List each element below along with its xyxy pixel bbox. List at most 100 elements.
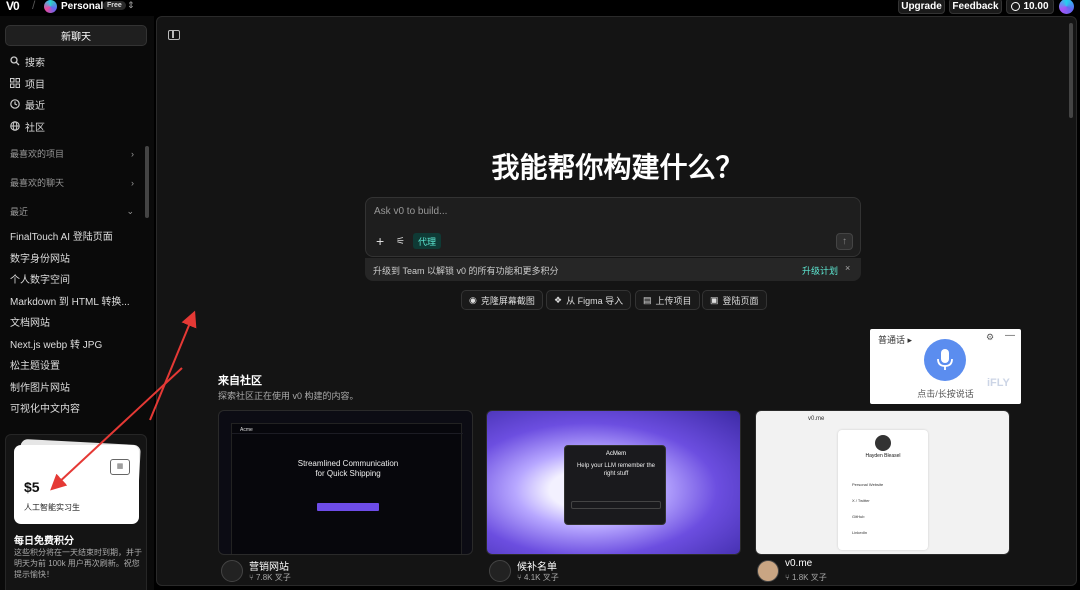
upload-project-button[interactable]: ▤ 上传项目 <box>635 290 700 310</box>
ifly-logo: iFLY <box>987 377 1010 389</box>
page-title: 我能帮你构建什么？ <box>491 152 744 183</box>
credit-card[interactable]: ▦ $5 人工智能实习生 <box>14 445 139 524</box>
daily-credits-panel: ▦ $5 人工智能实习生 每日免费积分 这些积分将在一天结束时到期，并于明天为前… <box>5 434 147 590</box>
chevron-right-icon: › <box>131 148 134 159</box>
upgrade-button[interactable]: Upgrade <box>898 0 945 14</box>
main-scrollbar[interactable] <box>1069 23 1073 118</box>
fork-count-value: 1.8K 叉子 <box>792 573 827 582</box>
sidebar-item-projects[interactable]: 项目 <box>10 75 45 91</box>
thumb-input <box>571 501 661 509</box>
microphone-button[interactable] <box>924 339 966 381</box>
plus-icon[interactable]: + <box>376 234 384 248</box>
prompt-input[interactable] <box>374 206 844 217</box>
sidebar-item-label: 搜索 <box>25 57 45 69</box>
voice-input-widget: 普通话 ▸ ⚙ — 点击/长按说话 iFLY <box>870 329 1021 404</box>
favorite-chats-section[interactable]: 最喜欢的聊天 › <box>10 176 134 189</box>
gear-icon[interactable]: ⚙ <box>986 332 994 343</box>
fork-count-value: 7.8K 叉子 <box>256 573 291 582</box>
upgrade-banner: 升级到 Team 以解锁 v0 的所有功能和更多积分 升级计划 × <box>365 258 861 281</box>
recent-chat-item[interactable]: 数字身份网站 <box>10 250 70 265</box>
thumb-link: X / Twitter <box>852 498 870 503</box>
section-label: 最近 <box>10 207 29 217</box>
credit-amount: $5 <box>24 479 40 495</box>
sidebar: 新聊天 搜索 项目 最近 社区 最喜欢的项目 › 最喜欢的聊天 › 最近 ⌄ F… <box>0 16 154 590</box>
thumbnail-preview: AcMem Help your LLM remember the right s… <box>564 445 666 525</box>
community-card-title[interactable]: v0.me <box>785 558 812 569</box>
recent-section[interactable]: 最近 ⌄ <box>10 205 134 218</box>
recent-chat-item[interactable]: 松主题设置 <box>10 357 60 372</box>
thumb-profile-name: Hayden Bleasel <box>865 453 901 459</box>
community-card-title[interactable]: 营销网站 <box>249 558 289 573</box>
workspace-avatar[interactable] <box>44 0 57 13</box>
chevron-updown-icon[interactable]: ⇕ <box>127 0 135 11</box>
feedback-button[interactable]: Feedback <box>949 0 1002 14</box>
recent-chat-item[interactable]: 文档网站 <box>10 314 50 329</box>
clock-icon <box>10 99 20 109</box>
minimize-icon[interactable]: — <box>1005 330 1015 341</box>
new-chat-button[interactable]: 新聊天 <box>5 25 147 46</box>
upgrade-plan-link[interactable]: 升级计划 <box>802 264 838 277</box>
community-author-avatar <box>221 560 243 582</box>
credit-card-title: 人工智能实习生 <box>24 503 80 512</box>
sidebar-item-label: 项目 <box>25 79 45 91</box>
section-label: 最喜欢的项目 <box>10 149 65 159</box>
camera-icon: ◉ <box>469 294 477 305</box>
plan-badge: Free <box>103 1 126 10</box>
voice-language-label: 普通话 <box>878 335 906 345</box>
sidebar-item-recent[interactable]: 最近 <box>10 96 45 112</box>
workspace-name[interactable]: Personal <box>61 1 103 12</box>
sidebar-scrollbar[interactable] <box>145 146 149 218</box>
close-icon[interactable]: × <box>845 263 850 273</box>
breadcrumb-separator: / <box>32 0 36 12</box>
thumbnail-preview: Hayden Bleasel Personal Website X / Twit… <box>838 430 928 550</box>
sidebar-item-community[interactable]: 社区 <box>10 118 45 134</box>
prompt-box: + ⚟ 代理 ↑ <box>365 197 861 257</box>
figma-import-button[interactable]: ❖ 从 Figma 导入 <box>546 290 632 310</box>
fork-count: ⑂ 4.1K 叉子 <box>517 573 559 582</box>
thumb-link: LinkedIn <box>852 530 868 535</box>
sidebar-item-label: 最近 <box>25 100 45 112</box>
thumb-headline: Streamlined Communication for Quick Ship… <box>297 459 399 478</box>
agent-toggle[interactable]: 代理 <box>413 233 442 249</box>
credits-button[interactable]: 10.00 <box>1006 0 1054 14</box>
community-card-marketing[interactable]: Acme Streamlined Communication for Quick… <box>218 410 473 555</box>
daily-credits-description: 这些积分将在一天结束时到期，并于明天为前 100k 用户再次刷新。祝您提示愉快！ <box>14 548 142 579</box>
thumb-domain: v0.me <box>808 416 825 422</box>
chevron-right-icon: › <box>131 177 134 188</box>
sidebar-item-search[interactable]: 搜索 <box>10 53 45 69</box>
fork-count: ⑂ 1.8K 叉子 <box>785 573 827 582</box>
fork-count: ⑂ 7.8K 叉子 <box>249 573 291 582</box>
grid-icon <box>10 78 20 88</box>
user-avatar[interactable] <box>1059 0 1074 14</box>
thumb-brand: AcMem <box>605 451 627 457</box>
recent-chat-item[interactable]: Next.js webp 转 JPG <box>10 336 102 351</box>
favorite-projects-section[interactable]: 最喜欢的项目 › <box>10 147 134 160</box>
voice-language-select[interactable]: 普通话 ▸ <box>878 333 912 346</box>
recent-chat-item[interactable]: 个人数字空间 <box>10 271 70 286</box>
landing-page-button[interactable]: ▣ 登陆页面 <box>702 290 767 310</box>
recent-chat-item[interactable]: Markdown 到 HTML 转换... <box>10 293 130 308</box>
thumb-cta <box>317 503 379 511</box>
quick-action-label: 克隆屏幕截图 <box>480 295 535 306</box>
credits-icon <box>1011 1 1021 11</box>
community-author-avatar <box>757 560 779 582</box>
community-author-avatar <box>489 560 511 582</box>
section-label: 最喜欢的聊天 <box>10 178 65 188</box>
sidebar-toggle-icon[interactable] <box>168 30 180 40</box>
recent-chat-item[interactable]: 制作图片网站 <box>10 379 70 394</box>
community-card-waitlist[interactable]: AcMem Help your LLM remember the right s… <box>486 410 741 555</box>
recent-chat-item[interactable]: FinalTouch AI 登陆页面 <box>10 228 113 243</box>
sliders-icon[interactable]: ⚟ <box>396 236 405 247</box>
community-card-v0me[interactable]: v0.me Hayden Bleasel Personal Website X … <box>755 410 1010 555</box>
recent-chat-item[interactable]: 可视化中文内容 <box>10 400 80 415</box>
send-button[interactable]: ↑ <box>836 233 853 250</box>
v0-logo[interactable]: V0 <box>6 0 20 13</box>
quick-action-label: 登陆页面 <box>722 295 759 306</box>
quick-action-label: 从 Figma 导入 <box>566 295 624 306</box>
globe-icon <box>10 121 20 131</box>
top-bar: V0 / Personal Free ⇕ Upgrade Feedback 10… <box>0 0 1080 14</box>
community-card-title[interactable]: 候补名单 <box>517 558 557 573</box>
search-icon <box>10 56 20 66</box>
chevron-down-icon: ⌄ <box>126 206 134 216</box>
clone-screenshot-button[interactable]: ◉ 克隆屏幕截图 <box>461 290 543 310</box>
